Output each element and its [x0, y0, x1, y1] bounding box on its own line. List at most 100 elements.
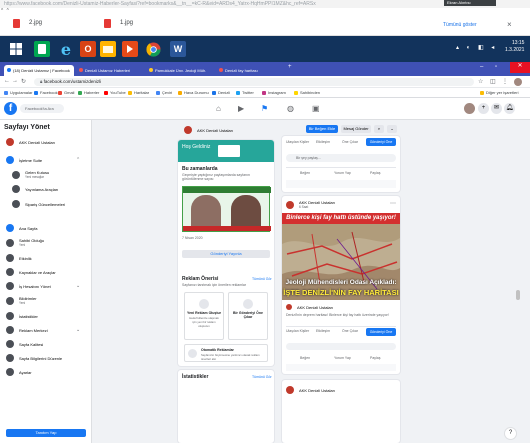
- notifications-icon[interactable]: 🔔︎: [504, 103, 515, 114]
- windows-start-icon[interactable]: [8, 41, 24, 57]
- post-author[interactable]: AKK Denizli Ustaları 6 Saat: [286, 200, 335, 209]
- bookmark-item[interactable]: Çeviri: [156, 90, 172, 95]
- bookmark-item[interactable]: Facebook: [34, 90, 58, 95]
- sidebar-item-edit-info[interactable]: Sayfa Bilgilerini Düzenle: [6, 354, 62, 362]
- flag-icon[interactable]: ⚑: [261, 104, 268, 113]
- facebook-logo[interactable]: f: [4, 102, 17, 115]
- sidebar-item-activity[interactable]: Etkinlik: [6, 254, 32, 262]
- bookmark-item[interactable]: Denizli: [212, 90, 230, 95]
- scrollbar-thumb[interactable]: [516, 290, 520, 300]
- browser-tab[interactable]: Pamukkale Ünv. Jeoloji Müh.: [146, 65, 214, 76]
- download-item[interactable]: 2.jpg: [13, 17, 42, 29]
- boost-post-button[interactable]: Gönderiyi Öne Çıkar: [366, 328, 396, 342]
- sidebar-item-insights[interactable]: İstatistikler: [6, 312, 38, 320]
- browser-tab[interactable]: Denizli Ustamız Haberleri: [76, 65, 144, 76]
- compose-input[interactable]: Bir şey paylaş...: [286, 154, 396, 162]
- bookmark-item[interactable]: Diğer yer işaretleri: [480, 90, 518, 95]
- sidebar-item-owner[interactable]: Sahibi Olduğu Yeni: [6, 238, 44, 247]
- video-thumbnail[interactable]: [182, 186, 271, 232]
- comment-input[interactable]: [286, 343, 396, 350]
- gaming-icon[interactable]: ▣: [312, 104, 320, 113]
- internet-explorer-icon[interactable]: e: [58, 40, 74, 59]
- scrollbar[interactable]: [516, 120, 520, 443]
- sidebar-item-settings[interactable]: Ayarlar: [6, 368, 32, 376]
- forward-icon[interactable]: →: [12, 78, 18, 84]
- bookmark-item[interactable]: Haberler: [78, 90, 99, 95]
- boost-post-card[interactable]: Bir Gönderiyi Öne Çıkar: [228, 292, 268, 340]
- like-action[interactable]: Beğen: [300, 171, 310, 175]
- star-icon[interactable]: ☆: [478, 78, 483, 85]
- boost-post-button[interactable]: Gönderiyi Öne Çıkar: [366, 138, 396, 152]
- sidebar-item-orders[interactable]: Sipariş Güncellemeleri: [12, 200, 65, 208]
- add-button[interactable]: Bir Beğen Ekle: [306, 125, 338, 133]
- more-icon[interactable]: ⌄: [387, 125, 397, 133]
- new-tab-icon[interactable]: +: [288, 64, 292, 70]
- publish-post-button[interactable]: Gönderiyi Yayınla: [182, 250, 270, 258]
- plus-icon[interactable]: +: [478, 103, 489, 114]
- close-window-icon[interactable]: ✕: [510, 62, 530, 73]
- download-menu-icon[interactable]: ⌃: [0, 8, 4, 14]
- minimize-icon[interactable]: –: [480, 64, 483, 70]
- bookmark-item[interactable]: Haritalar: [128, 90, 149, 95]
- like-action[interactable]: Beğen: [300, 356, 310, 360]
- comment-action[interactable]: Yorum Yap: [334, 356, 351, 360]
- chevron-up-icon[interactable]: ⌃: [76, 157, 80, 163]
- outlook-icon[interactable]: O: [80, 41, 96, 57]
- share-action[interactable]: Paylaş: [370, 171, 381, 175]
- post-author[interactable]: AKK Denizli Ustaları: [286, 304, 333, 310]
- media-player-icon[interactable]: [122, 41, 138, 57]
- chevron-down-icon[interactable]: ⌄: [76, 283, 80, 289]
- create-ad-card[interactable]: Yeni Reklam Oluştur Hedef kitlenize ulaş…: [184, 292, 224, 340]
- sidebar-item-ad-center[interactable]: Reklam Merkezi: [6, 326, 48, 334]
- taskbar-clock[interactable]: 13:15 1.3.2021: [505, 40, 524, 54]
- facebook-search-input[interactable]: Facebook'ta Ara: [20, 104, 64, 113]
- browser-tab[interactable]: Denizli fay haritası: [216, 65, 284, 76]
- maximize-icon[interactable]: ▫: [495, 64, 497, 70]
- page-header-name[interactable]: AKK Denizli Ustaları: [184, 126, 233, 134]
- back-icon[interactable]: ←: [4, 78, 10, 84]
- download-item[interactable]: 1.jpg: [104, 17, 133, 29]
- sidebar-item-business-suite[interactable]: İşletme Suite: [6, 156, 42, 164]
- profile-avatar[interactable]: [464, 103, 475, 114]
- extension-icon[interactable]: ◫: [490, 78, 496, 85]
- download-menu-icon[interactable]: ⌃: [6, 8, 10, 14]
- video-icon[interactable]: ▶: [238, 104, 244, 113]
- sidebar-item-home[interactable]: Ana Sayfa: [6, 224, 37, 232]
- bookmark-item[interactable]: Hava Durumu: [178, 90, 209, 95]
- see-all-link[interactable]: Tümünü Gör: [252, 375, 272, 379]
- folder-icon[interactable]: [100, 41, 116, 57]
- bookmark-item[interactable]: Gmail: [58, 90, 74, 95]
- send-message-button[interactable]: Mesaj Gönder: [341, 125, 371, 133]
- sidebar-page-selector[interactable]: AKK Denizli Ustaları: [6, 138, 55, 146]
- profile-avatar[interactable]: [514, 78, 522, 86]
- browser-tab[interactable]: (18) Denizli Ustamız | Facebook: [4, 65, 74, 76]
- see-all-link[interactable]: Tümünü Gör: [252, 277, 272, 281]
- word-icon[interactable]: W: [170, 41, 186, 57]
- messenger-icon[interactable]: ✉: [491, 103, 502, 114]
- sidebar-item-notifications[interactable]: Bildirimler Yeni: [6, 296, 37, 305]
- more-options-icon[interactable]: ⋯: [390, 200, 396, 207]
- system-tray[interactable]: ▴ ◐ ◧ ◂: [456, 44, 497, 51]
- reload-icon[interactable]: ↻: [21, 78, 26, 85]
- chevron-down-icon[interactable]: ⌄: [76, 327, 80, 333]
- show-all-downloads-link[interactable]: Tümünü göster: [443, 22, 477, 28]
- home-icon[interactable]: ⌂: [216, 104, 221, 113]
- sidebar-item-publishing-tools[interactable]: Yayınlama Araçları: [12, 185, 58, 193]
- sidebar-item-inbox[interactable]: Gelen Kutusu Yeni mesajlar: [12, 170, 49, 179]
- bookmark-item[interactable]: YouTube: [104, 90, 126, 95]
- comment-action[interactable]: Yorum Yap: [334, 171, 351, 175]
- help-icon[interactable]: ?: [505, 428, 516, 439]
- bookmark-item[interactable]: Sahibinden: [294, 90, 320, 95]
- groups-icon[interactable]: ◍: [287, 104, 294, 113]
- search-icon[interactable]: ⌕: [374, 125, 384, 133]
- chrome-icon[interactable]: [145, 41, 161, 57]
- share-action[interactable]: Paylaş: [370, 356, 381, 360]
- bookmark-item[interactable]: Instagram: [262, 90, 286, 95]
- post-author[interactable]: AKK Denizli Ustaları: [286, 386, 335, 394]
- sidebar-item-business-account[interactable]: İş Hesabını Yönet: [6, 282, 51, 290]
- fault-map-image[interactable]: Jeoloji Mühendisleri Odası Açıkladı: İŞT…: [282, 224, 400, 300]
- bookmark-item[interactable]: Twitter: [236, 90, 254, 95]
- promote-button[interactable]: Tanıtım Yap: [6, 429, 86, 437]
- sidebar-item-resources[interactable]: Kaynaklar ve Araçlar: [6, 268, 56, 276]
- automated-ads-card[interactable]: Otomatik Reklamlar Sayfanızın büyümesine…: [184, 344, 268, 362]
